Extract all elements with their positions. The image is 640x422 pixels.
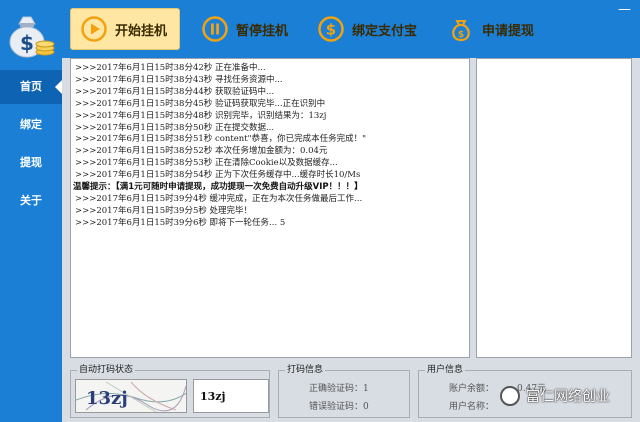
minimize-button[interactable]: — bbox=[618, 2, 631, 17]
bind-alipay-button[interactable]: $ 绑定支付宝 bbox=[308, 8, 430, 50]
captcha-image: 13zj bbox=[75, 379, 187, 413]
nav-item-bind[interactable]: 绑定 bbox=[0, 108, 62, 142]
main-content: >>>2017年6月1日15时38分42秒 正在准备中... >>>2017年6… bbox=[62, 58, 640, 422]
money-bag-logo: $ bbox=[9, 16, 55, 58]
log-line: >>>2017年6月1日15时38分53秒 正在清除Cookie以及数据缓存..… bbox=[75, 158, 338, 169]
user-info-title: 用户信息 bbox=[425, 364, 466, 376]
code-info-group: 打码信息 正确验证码：1 错误验证码：0 bbox=[278, 364, 410, 418]
captcha-text: 13zj bbox=[86, 388, 128, 409]
wechat-logo-icon bbox=[500, 386, 520, 406]
money-bag-icon: $ bbox=[452, 20, 470, 42]
account-balance-label: 账户余额： bbox=[449, 384, 495, 394]
nav-item-withdraw[interactable]: 提现 bbox=[0, 146, 62, 180]
svg-text:$: $ bbox=[458, 30, 464, 40]
log-line: >>>2017年6月1日15时38分48秒 识别完毕，识别结果为：13zj bbox=[75, 110, 327, 121]
log-tip-line: 温馨提示：【满1元可随时申请提现，成功提现一次免费自动升级VIP！！！】 bbox=[73, 182, 363, 193]
nav-item-about[interactable]: 关于 bbox=[0, 184, 62, 218]
pause-button[interactable]: 暂停挂机 bbox=[192, 8, 302, 50]
correct-code-count: 正确验证码：1 bbox=[309, 384, 369, 394]
toolbar: 开始挂机 暂停挂机 $ 绑定支付宝 $ 申请提现 — bbox=[62, 0, 640, 58]
log-line: >>>2017年6月1日15时38分44秒 获取验证码中... bbox=[75, 86, 275, 97]
log-line: >>>2017年6月1日15时38分42秒 正在准备中... bbox=[75, 63, 266, 73]
nav-item-label: 绑定 bbox=[20, 118, 42, 131]
watermark-text: 富仁网络创业 bbox=[526, 389, 610, 405]
log-line: >>>2017年6月1日15时39分4秒 缓冲完成，正在为本次任务做最后工作..… bbox=[75, 193, 363, 204]
log-line: >>>2017年6月1日15时39分5秒 处理完毕！ bbox=[75, 205, 253, 216]
captcha-result-field[interactable]: 13zj bbox=[193, 379, 269, 413]
log-line: >>>2017年6月1日15时38分43秒 寻找任务资源中... bbox=[75, 74, 283, 85]
log-line: >>>2017年6月1日15时38分54秒 正为下次任务缓存中...缓存时长10… bbox=[75, 170, 361, 181]
user-name-label: 用户名称： bbox=[449, 402, 495, 412]
captcha-status-title: 自动打码状态 bbox=[77, 364, 136, 376]
nav-item-label: 首页 bbox=[20, 80, 42, 93]
sidebar: $ 首页 绑定 提现 关于 bbox=[0, 0, 62, 422]
wrong-code-count: 错误验证码：0 bbox=[309, 402, 369, 412]
log-panel[interactable]: >>>2017年6月1日15时38分42秒 正在准备中... >>>2017年6… bbox=[70, 58, 470, 358]
side-panel bbox=[476, 58, 632, 358]
log-line: >>>2017年6月1日15时38分51秒 content"恭喜，你已完成本任务… bbox=[75, 134, 366, 145]
captcha-status-group: 自动打码状态 13zj 13zj bbox=[70, 364, 270, 418]
svg-text:$: $ bbox=[326, 21, 336, 39]
svg-text:$: $ bbox=[20, 31, 34, 55]
log-line: >>>2017年6月1日15时38分45秒 验证码获取完毕...正在识别中 bbox=[75, 98, 326, 109]
log-line: >>>2017年6月1日15时38分52秒 本次任务增加金额为：0.04元 bbox=[75, 146, 328, 157]
nav-item-label: 关于 bbox=[20, 194, 42, 207]
withdraw-button-label: 申请提现 bbox=[482, 23, 535, 39]
nav-item-home[interactable]: 首页 bbox=[0, 70, 62, 104]
bind-alipay-button-label: 绑定支付宝 bbox=[352, 23, 418, 39]
log-line: >>>2017年6月1日15时38分50秒 正在提交数据... bbox=[75, 122, 275, 133]
start-button-label: 开始挂机 bbox=[115, 23, 168, 39]
minimize-icon: — bbox=[618, 2, 631, 17]
nav-item-label: 提现 bbox=[20, 156, 42, 169]
code-info-title: 打码信息 bbox=[285, 364, 326, 376]
dollar-coin-icon: $ bbox=[318, 16, 344, 42]
withdraw-button[interactable]: $ 申请提现 bbox=[438, 8, 548, 50]
pause-button-label: 暂停挂机 bbox=[236, 23, 289, 39]
watermark: 富仁网络创业 bbox=[500, 386, 610, 406]
active-indicator-icon bbox=[55, 80, 62, 94]
play-icon bbox=[81, 16, 107, 42]
start-button[interactable]: 开始挂机 bbox=[70, 8, 180, 50]
log-line: >>>2017年6月1日15时39分6秒 即将下一轮任务... 5 bbox=[75, 217, 286, 228]
pause-icon bbox=[202, 16, 228, 42]
